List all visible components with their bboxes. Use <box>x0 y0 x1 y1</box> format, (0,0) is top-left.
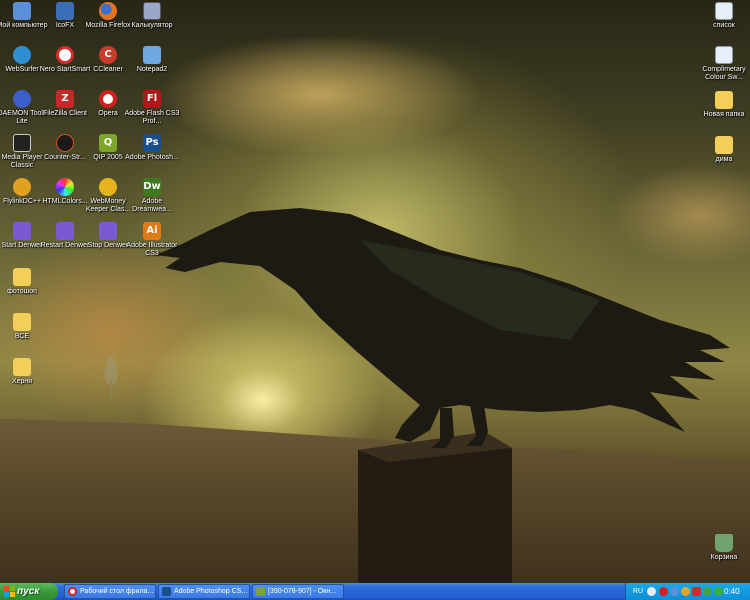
start-label: пуск <box>17 586 40 597</box>
tray-green-icon[interactable] <box>714 587 723 596</box>
desktop-icon-colour-swatches[interactable]: Complimetary Colour Sw... <box>696 46 750 82</box>
taskbar: пуск Рабочий стол фрила... Adobe Photosh… <box>0 583 750 600</box>
daemon-tools-icon <box>13 90 31 108</box>
folder-icon <box>13 268 31 286</box>
qip-icon <box>256 587 265 596</box>
dreamweaver-icon: Dw <box>143 178 161 196</box>
desktop-icon-spisok[interactable]: список <box>696 2 750 30</box>
media-player-icon <box>13 134 31 152</box>
folder-icon <box>13 358 31 376</box>
taskbar-task-photoshop[interactable]: Adobe Photoshop CS... <box>158 584 250 599</box>
icofx-icon <box>56 2 74 20</box>
taskbar-task-opera[interactable]: Рабочий стол фрила... <box>64 584 156 599</box>
htmlcolors-icon <box>56 178 74 196</box>
task-label: [390-078-907] - Окн... <box>268 588 337 595</box>
task-label: Рабочий стол фрила... <box>80 588 154 595</box>
recycle-bin-icon <box>715 534 733 552</box>
clock[interactable]: 0:40 <box>724 583 740 600</box>
computer-icon <box>13 2 31 20</box>
language-indicator[interactable]: RU <box>633 583 643 600</box>
wallpaper-crow <box>155 208 730 583</box>
desktop[interactable]: Мой компьютер WebSurfer DAEMON Tools Lit… <box>0 0 750 583</box>
desktop-icon-adobe-dreamweaver[interactable]: Dw Adobe Dreamwea... <box>124 178 180 214</box>
windows-logo-icon <box>4 586 15 597</box>
desktop-icon-folder-herna[interactable]: Херня <box>0 358 50 386</box>
tray-qip-icon[interactable] <box>703 587 712 596</box>
desktop-icon-folder-photoshop[interactable]: фотошоп <box>0 268 50 296</box>
ccleaner-icon: C <box>99 46 117 64</box>
nero-icon <box>56 46 74 64</box>
desktop-icon-adobe-flash[interactable]: Fl Adobe Flash CS3 Prof... <box>124 90 180 126</box>
calculator-icon <box>143 2 161 20</box>
desktop-icon-new-folder[interactable]: Новая папка <box>696 91 750 119</box>
filezilla-icon: Z <box>56 90 74 108</box>
photoshop-icon <box>162 587 171 596</box>
illustrator-icon: Ai <box>143 222 161 240</box>
tray-icq-icon[interactable] <box>681 587 690 596</box>
opera-icon <box>68 587 77 596</box>
counter-strike-icon <box>56 134 74 152</box>
desktop-icon-calculator[interactable]: Калькулятор <box>124 2 180 30</box>
webmoney-icon <box>99 178 117 196</box>
taskbar-task-qip[interactable]: [390-078-907] - Окн... <box>252 584 344 599</box>
swatch-file-icon <box>715 46 733 64</box>
folder-icon <box>13 313 31 331</box>
photoshop-icon: Ps <box>143 134 161 152</box>
flash-icon: Fl <box>143 90 161 108</box>
flylink-icon <box>13 178 31 196</box>
notepad-icon <box>143 46 161 64</box>
desktop-icon-recycle-bin[interactable]: Корзина <box>696 534 750 562</box>
folder-icon <box>715 91 733 109</box>
folder-icon <box>715 136 733 154</box>
desktop-icon-adobe-photoshop[interactable]: Ps Adobe Photosh... <box>124 134 180 162</box>
firefox-icon <box>99 2 117 20</box>
qip-icon: Q <box>99 134 117 152</box>
text-file-icon <box>715 2 733 20</box>
tray-info-icon[interactable] <box>647 587 656 596</box>
globe-icon <box>13 46 31 64</box>
denwer-restart-icon <box>56 222 74 240</box>
tray-opera-icon[interactable] <box>659 587 668 596</box>
tray-network-icon[interactable] <box>670 587 679 596</box>
start-button[interactable]: пуск <box>0 583 58 600</box>
denwer-start-icon <box>13 222 31 240</box>
opera-icon <box>99 90 117 108</box>
desktop-icon-notepad2[interactable]: Notepad2 <box>124 46 180 74</box>
desktop-icon-adobe-illustrator[interactable]: Ai Adobe Illustrator CS3 <box>124 222 180 258</box>
denwer-stop-icon <box>99 222 117 240</box>
tray-shield-icon[interactable] <box>692 587 701 596</box>
desktop-icon-folder-dima[interactable]: дима <box>696 136 750 164</box>
desktop-icon-folder-vse[interactable]: ВСЕ <box>0 313 50 341</box>
task-label: Adobe Photoshop CS... <box>174 588 248 595</box>
wallpaper-tree <box>104 354 118 402</box>
